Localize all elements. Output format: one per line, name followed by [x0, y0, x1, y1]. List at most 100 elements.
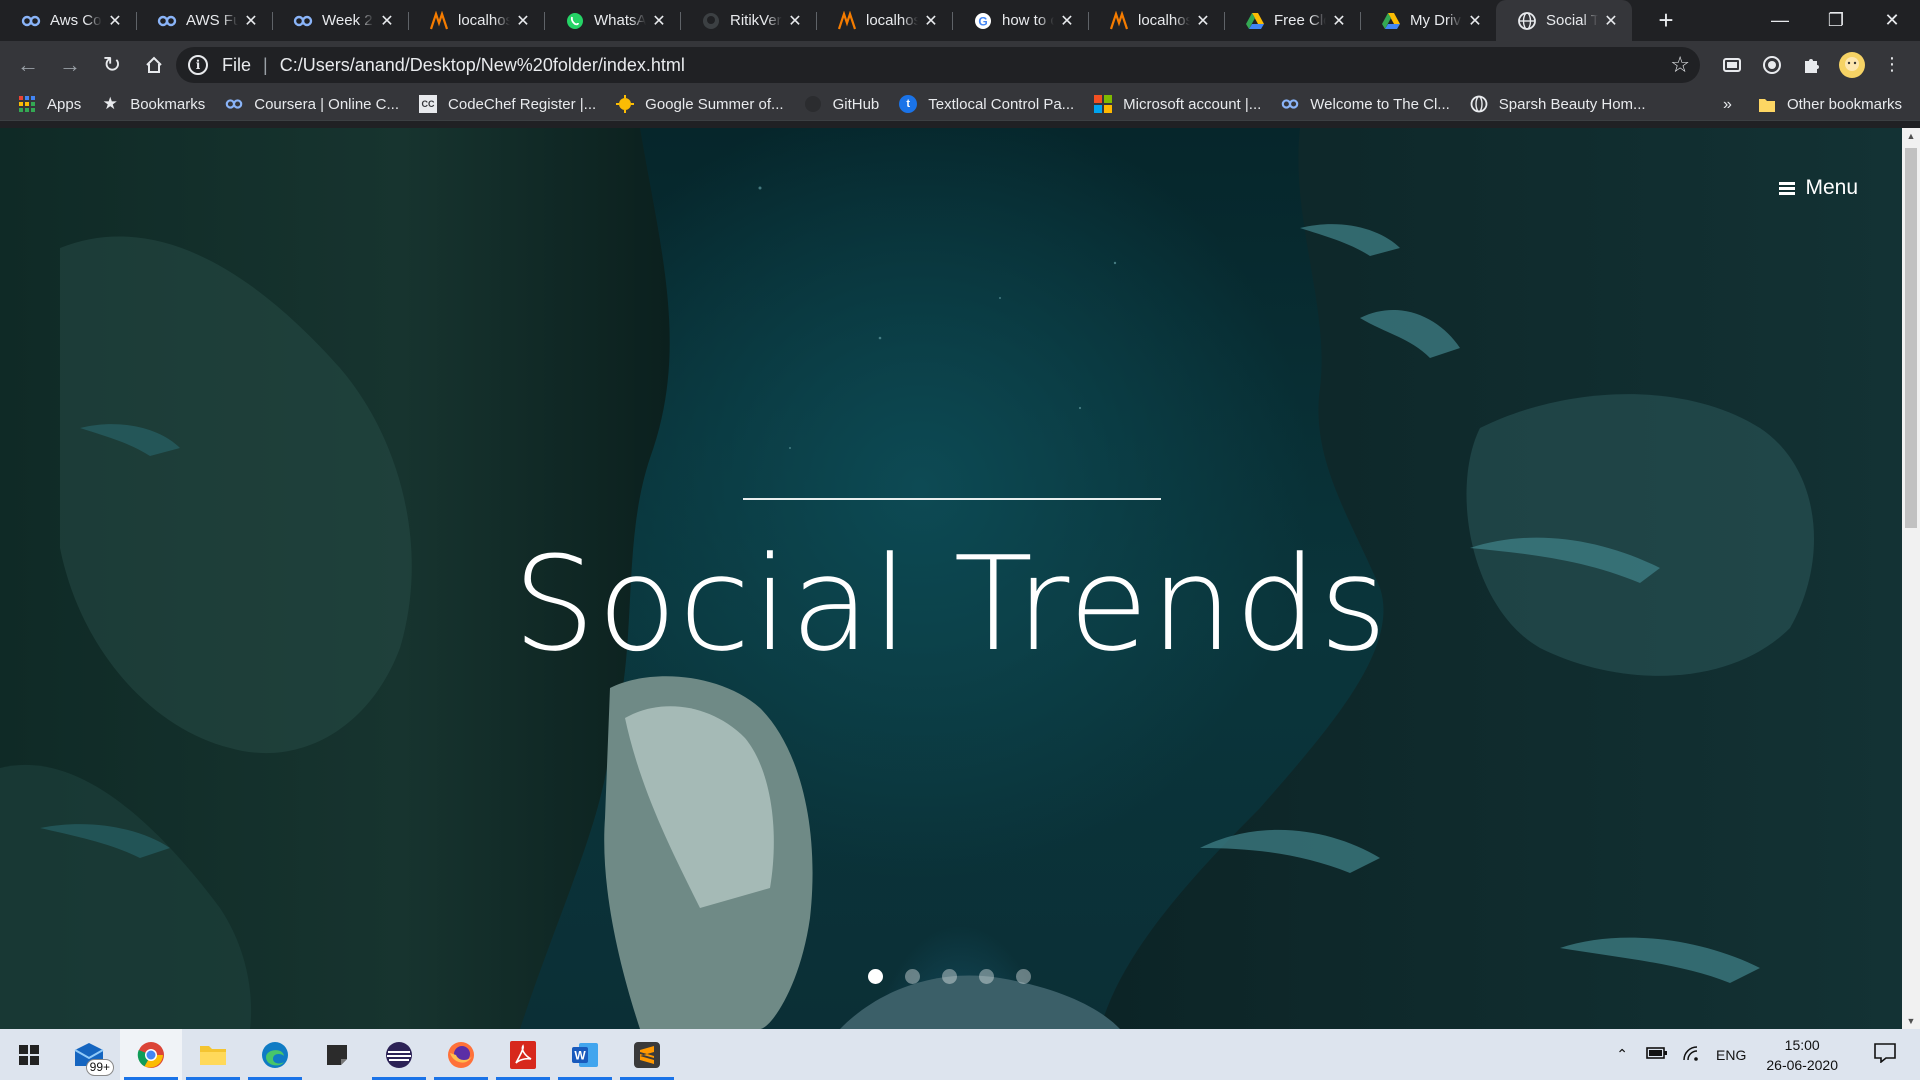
wifi-icon[interactable]: [1682, 1045, 1700, 1064]
tab-title: My Drive: [1410, 12, 1462, 29]
reload-button[interactable]: ↻: [92, 45, 132, 85]
extension-circle-icon[interactable]: [1752, 41, 1792, 88]
scrollbar-thumb[interactable]: [1905, 148, 1917, 528]
mail-app-icon[interactable]: 99+: [58, 1029, 120, 1080]
close-icon[interactable]: ✕: [1330, 12, 1348, 30]
avatar[interactable]: [1832, 41, 1872, 88]
bookmark-star-icon[interactable]: ☆: [1670, 52, 1690, 78]
firefox-icon[interactable]: [430, 1029, 492, 1080]
tab[interactable]: localhos ✕: [1088, 0, 1224, 41]
eclipse-icon[interactable]: [368, 1029, 430, 1080]
close-icon[interactable]: ✕: [106, 12, 124, 30]
coursera-icon: [20, 10, 42, 32]
tab-title: Free Clo: [1274, 12, 1326, 29]
chrome-taskbar-icon[interactable]: [120, 1029, 182, 1080]
more-options-icon[interactable]: ⋮: [1872, 41, 1912, 88]
close-icon[interactable]: ✕: [1602, 12, 1620, 30]
edge-icon[interactable]: [244, 1029, 306, 1080]
close-icon[interactable]: ✕: [786, 12, 804, 30]
drive-icon: [1244, 10, 1266, 32]
tab[interactable]: Aws Cou ✕: [0, 0, 136, 41]
site-info-icon[interactable]: i: [188, 55, 208, 75]
restore-icon[interactable]: ❐: [1808, 0, 1864, 41]
bookmark-item[interactable]: Microsoft account |...: [1094, 95, 1261, 113]
tab[interactable]: My Drive ✕: [1360, 0, 1496, 41]
cast-icon[interactable]: [1712, 41, 1752, 88]
sticky-notes-icon[interactable]: [306, 1029, 368, 1080]
word-icon[interactable]: W: [554, 1029, 616, 1080]
close-icon[interactable]: ✕: [1194, 12, 1212, 30]
sublime-text-icon[interactable]: [616, 1029, 678, 1080]
bookmark-label: GitHub: [832, 95, 880, 113]
tab[interactable]: AWS Fur ✕: [136, 0, 272, 41]
bookmark-item[interactable]: t Textlocal Control Pa...: [899, 95, 1074, 113]
close-icon[interactable]: ✕: [1058, 12, 1076, 30]
bookmark-label: Coursera | Online C...: [254, 95, 400, 113]
coursera-icon: [225, 95, 243, 113]
close-icon[interactable]: ✕: [922, 12, 940, 30]
bookmark-folder[interactable]: ★ Bookmarks: [101, 94, 206, 113]
bookmark-item[interactable]: Welcome to The Cl...: [1281, 95, 1450, 113]
carousel-dot-2[interactable]: [905, 969, 920, 984]
tab[interactable]: WhatsAp ✕: [544, 0, 680, 41]
bookmark-apps[interactable]: Apps: [18, 95, 81, 113]
clock-time: 15:00: [1784, 1036, 1820, 1053]
bookmark-item[interactable]: Google Summer of...: [616, 95, 784, 113]
bookmark-item[interactable]: Sparsh Beauty Hom...: [1470, 95, 1646, 113]
tab[interactable]: RitikVern ✕: [680, 0, 816, 41]
tab-title: WhatsAp: [594, 12, 646, 29]
carousel-dot-5[interactable]: [1016, 969, 1031, 984]
xampp-icon: [428, 10, 450, 32]
clock-date: 26-06-2020: [1766, 1056, 1838, 1073]
close-icon[interactable]: ✕: [242, 12, 260, 30]
drive-icon: [1380, 10, 1402, 32]
minimize-icon[interactable]: —: [1752, 0, 1808, 41]
xampp-icon: [836, 10, 858, 32]
more-bookmarks-chevron[interactable]: »: [1723, 96, 1732, 114]
carousel-dot-3[interactable]: [942, 969, 957, 984]
scroll-down-arrow-icon[interactable]: ▼: [1902, 1013, 1920, 1029]
carousel-dot-4[interactable]: [979, 969, 994, 984]
tab[interactable]: Free Clo ✕: [1224, 0, 1360, 41]
new-tab-button[interactable]: +: [1646, 0, 1686, 41]
back-button[interactable]: ←: [8, 45, 48, 85]
tab-strip: Aws Cou ✕ AWS Fur ✕ Week 2 ( ✕ localhos …: [0, 0, 1920, 41]
close-icon[interactable]: ✕: [650, 12, 668, 30]
home-button[interactable]: [134, 45, 174, 85]
menu-button[interactable]: Menu: [1779, 176, 1858, 200]
clock[interactable]: 15:00 26-06-2020: [1766, 1035, 1838, 1075]
tab[interactable]: localhos ✕: [816, 0, 952, 41]
tab[interactable]: Week 2 ( ✕: [272, 0, 408, 41]
carousel-dot-1[interactable]: [868, 969, 883, 984]
windows-taskbar: 99+ W ⌃ ENG 15:00 26-06-2020: [0, 1029, 1920, 1080]
bookmarks-bar: Apps ★ Bookmarks Coursera | Online C... …: [0, 88, 1920, 121]
bookmark-item[interactable]: Coursera | Online C...: [225, 95, 399, 113]
notifications-icon[interactable]: [1874, 1043, 1896, 1066]
file-explorer-icon[interactable]: [182, 1029, 244, 1080]
tab[interactable]: G how to c ✕: [952, 0, 1088, 41]
address-bar[interactable]: i File | C:/Users/anand/Desktop/New%20fo…: [176, 47, 1700, 83]
language-indicator[interactable]: ENG: [1716, 1047, 1746, 1063]
scroll-up-arrow-icon[interactable]: ▲: [1902, 128, 1920, 144]
close-icon[interactable]: ✕: [378, 12, 396, 30]
forward-button[interactable]: →: [50, 45, 90, 85]
bookmark-item[interactable]: CC CodeChef Register |...: [419, 95, 596, 113]
extensions-puzzle-icon[interactable]: [1792, 41, 1832, 88]
tab-active[interactable]: Social Tr ✕: [1496, 0, 1632, 41]
battery-icon[interactable]: [1646, 1046, 1668, 1063]
close-icon[interactable]: ✕: [1466, 12, 1484, 30]
close-window-icon[interactable]: ✕: [1864, 0, 1920, 41]
globe-icon: [1516, 10, 1538, 32]
acrobat-icon[interactable]: [492, 1029, 554, 1080]
tab-title: RitikVern: [730, 12, 782, 29]
page-scrollbar[interactable]: ▲ ▼: [1902, 128, 1920, 1029]
close-icon[interactable]: ✕: [514, 12, 532, 30]
menu-label: Menu: [1805, 176, 1858, 199]
show-hidden-icons-chevron[interactable]: ⌃: [1616, 1046, 1628, 1063]
windows-start-icon[interactable]: [0, 1029, 58, 1080]
mail-badge: 99+: [85, 1059, 114, 1076]
tab[interactable]: localhos ✕: [408, 0, 544, 41]
bookmark-label: Bookmarks: [130, 95, 206, 113]
bookmark-item[interactable]: GitHub: [804, 95, 880, 113]
other-bookmarks[interactable]: Other bookmarks: [1758, 96, 1902, 114]
